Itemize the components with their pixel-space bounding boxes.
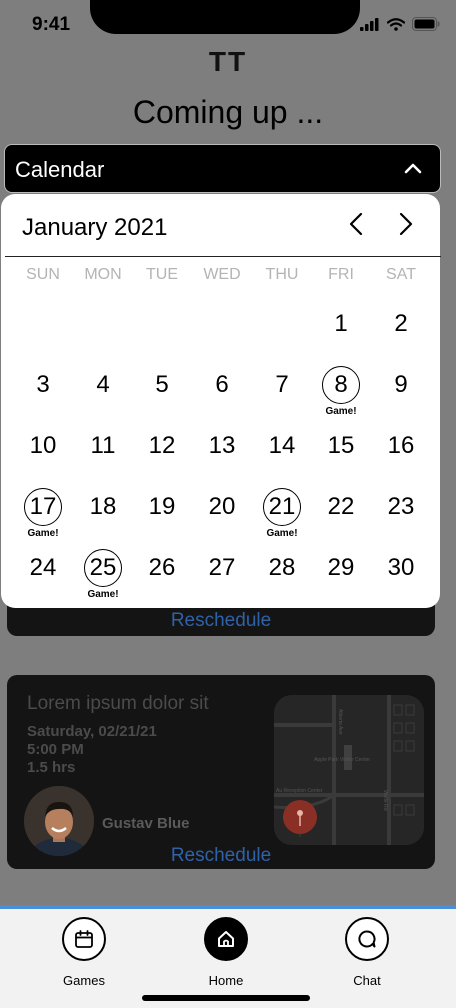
calendar-day-game[interactable]: 17 — [13, 487, 73, 527]
calendar-day[interactable]: 5 — [132, 365, 192, 405]
calendar-day[interactable]: 23 — [371, 487, 431, 527]
calendar-day[interactable]: 16 — [371, 426, 431, 466]
home-indicator — [142, 995, 310, 1001]
weekday-label: SAT — [386, 266, 416, 283]
map-image: Apple Park Visitor Center Au Reception C… — [274, 695, 424, 845]
event-card: Lorem ipsum dolor sit Saturday, 02/21/21… — [7, 675, 435, 869]
game-label: Game! — [266, 528, 298, 539]
next-month-button[interactable] — [393, 212, 417, 236]
calendar-day[interactable]: 14 — [252, 426, 312, 466]
calendar-day[interactable]: 29 — [311, 548, 371, 588]
event-time: 5:00 PM — [27, 741, 84, 758]
calendar-day-game[interactable]: 21 — [252, 487, 312, 527]
calendar-month-label: January 2021 — [22, 214, 168, 241]
tab-home-label: Home — [208, 973, 244, 988]
cellular-signal-icon — [360, 17, 379, 31]
calendar-day[interactable]: 24 — [13, 548, 73, 588]
tab-chat-button[interactable] — [345, 917, 389, 961]
battery-icon — [412, 17, 440, 31]
calendar-day[interactable]: 30 — [371, 548, 431, 588]
tab-chat[interactable]: Chat — [327, 917, 407, 988]
calendar-day[interactable]: 10 — [13, 426, 73, 466]
calendar-icon — [75, 930, 93, 948]
calendar-day[interactable]: 15 — [311, 426, 371, 466]
device-notch — [90, 0, 360, 34]
tab-bar: Games Home Chat — [0, 905, 456, 1008]
map-label-road: Wolfe Rd — [382, 790, 388, 811]
calendar-day[interactable]: 9 — [371, 365, 431, 405]
calendar-day[interactable]: 2 — [371, 304, 431, 344]
calendar-day[interactable]: 11 — [73, 426, 133, 466]
calendar-day[interactable]: 13 — [192, 426, 252, 466]
event-details: Saturday, 02/21/21 5:00 PM 1.5 hrs — [27, 723, 157, 777]
page-title: Coming up ... — [132, 94, 324, 130]
calendar-day[interactable]: 3 — [13, 365, 73, 405]
calendar-dropdown[interactable]: Calendar — [4, 144, 441, 193]
calendar-day[interactable]: 1 — [311, 304, 371, 344]
calendar-day[interactable]: 26 — [132, 548, 192, 588]
calendar-day-game[interactable]: 8 — [311, 365, 371, 405]
weekday-label: FRI — [328, 266, 354, 283]
weekday-label: MON — [84, 266, 122, 283]
chevron-up-icon[interactable] — [404, 159, 422, 177]
calendar-day[interactable]: 4 — [73, 365, 133, 405]
status-time: 9:41 — [32, 14, 71, 35]
calendar-day[interactable]: 18 — [73, 487, 133, 527]
calendar-day[interactable]: 7 — [252, 365, 312, 405]
calendar-day[interactable]: 12 — [132, 426, 192, 466]
home-icon — [218, 931, 234, 947]
weekday-label: SUN — [26, 266, 60, 283]
system-icons — [360, 17, 440, 31]
person-name: Gustav Blue — [102, 815, 190, 832]
tab-games[interactable]: Games — [44, 917, 124, 988]
calendar-day[interactable]: 28 — [252, 548, 312, 588]
wifi-icon — [387, 17, 405, 31]
calendar-popover: January 2021 SUN MON TUE WED THU FRI SAT 1 2 3 4 5 6… — [1, 194, 441, 608]
map-label-reception: Au Reception Center — [276, 788, 323, 794]
reschedule-link[interactable]: Reschedule — [7, 610, 435, 632]
game-label: Game! — [27, 528, 59, 539]
weekday-label: TUE — [146, 266, 178, 283]
calendar-dropdown-label: Calendar — [15, 157, 105, 182]
event-duration: 1.5 hrs — [27, 759, 76, 776]
tab-chat-label: Chat — [353, 973, 381, 988]
status-bar: 9:41 — [0, 0, 456, 50]
calendar-day[interactable]: 27 — [192, 548, 252, 588]
tab-home-button[interactable] — [204, 917, 248, 961]
event-title: Lorem ipsum dolor sit — [27, 693, 209, 714]
weekday-label: THU — [265, 266, 299, 283]
calendar-divider — [5, 256, 441, 257]
calendar-day[interactable]: 22 — [311, 487, 371, 527]
event-date: Saturday, 02/21/21 — [27, 723, 157, 740]
map-label-street: Alberta Ave — [337, 709, 343, 735]
reschedule-link[interactable]: Reschedule — [7, 845, 435, 867]
calendar-day[interactable]: 20 — [192, 487, 252, 527]
chat-icon — [358, 930, 376, 948]
game-label: Game! — [87, 589, 119, 600]
weekday-label: WED — [203, 266, 241, 283]
tab-home[interactable]: Home — [186, 917, 266, 988]
tab-games-label: Games — [63, 973, 105, 988]
app-logo: TT — [208, 46, 248, 77]
map-label-visitor-center: Apple Park Visitor Center — [314, 757, 370, 763]
calendar-day[interactable]: 19 — [132, 487, 192, 527]
game-label: Game! — [325, 406, 357, 417]
tab-games-button[interactable] — [62, 917, 106, 961]
prev-month-button[interactable] — [345, 212, 369, 236]
calendar-day-game[interactable]: 25 — [73, 548, 133, 588]
map-preview[interactable]: Apple Park Visitor Center Au Reception C… — [274, 695, 424, 845]
calendar-day[interactable]: 6 — [192, 365, 252, 405]
